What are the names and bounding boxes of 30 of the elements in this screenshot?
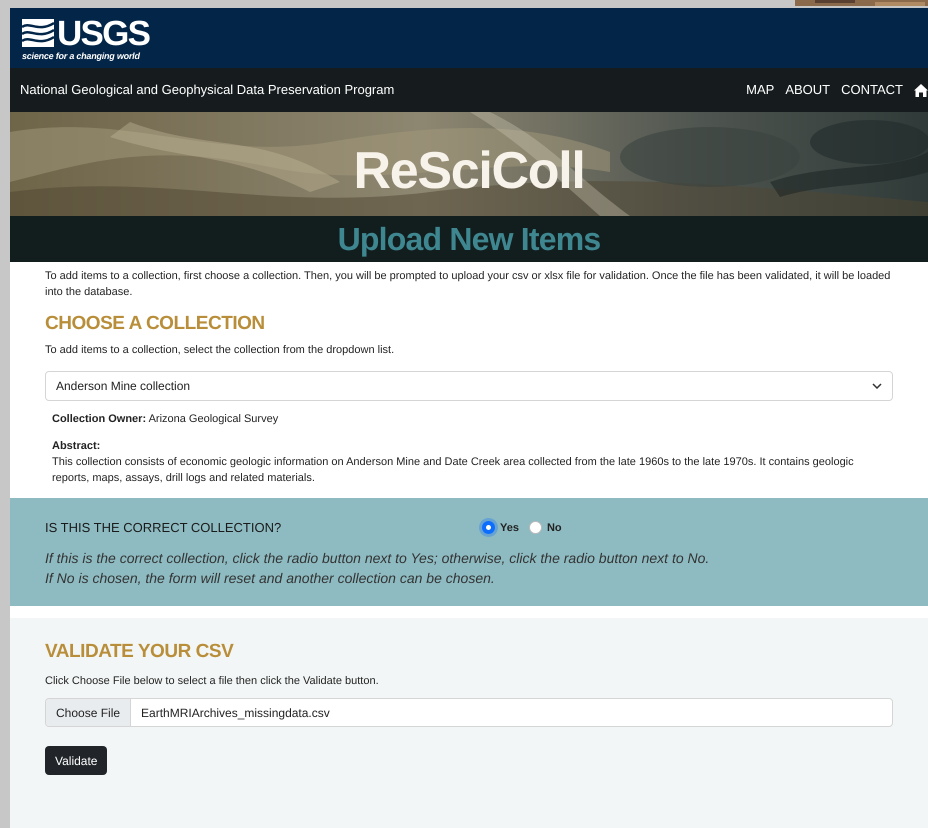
file-input[interactable]: Choose File EarthMRIArchives_missingdata.csv (45, 698, 893, 727)
logo[interactable]: USGS science for a changing world (22, 16, 150, 60)
app-title: ReSciColl (353, 141, 585, 202)
validate-button[interactable]: Validate (45, 746, 108, 775)
nav-link[interactable]: ABOUT (785, 80, 830, 100)
radio-option[interactable]: No (528, 520, 562, 536)
help-text: If No is chosen, the form will reset and another collection can be chosen. (45, 568, 496, 588)
confirm-question: IS THIS THE CORRECT COLLECTION? (45, 519, 282, 537)
chevron-icon (872, 383, 882, 389)
abstract-text: This collection consists of economic geologic information on Anderson Mine and Date Creek area collected from the late 1960s to the late 1970s. It contains geologic reports, maps, assays, drill logs and related materials. (52, 455, 855, 486)
owner-text: Collection Owner: Arizona Geological Survey (52, 412, 280, 427)
file-name: EarthMRIArchives_missingdata.csv (140, 704, 331, 722)
abstract-label: Abstract: (52, 438, 102, 454)
page-title: Upload New Items (338, 220, 600, 259)
program-title: National Geological and Geophysical Data Preservation Program (20, 81, 394, 100)
section-heading: VALIDATE YOUR CSV (45, 640, 234, 664)
logo-wordmark: USGS (57, 16, 150, 50)
logo-tagline: science for a changing world (22, 52, 142, 60)
waves-icon (22, 19, 54, 47)
nav-link[interactable]: CONTACT (841, 80, 903, 100)
section-heading: CHOOSE A COLLECTION (45, 312, 266, 336)
intro-text: To add items to a collection, first choose a collection. Then, you will be prompted to upload your csv or xlsx file for validation. Once the file has been validated, it will be loaded into the database. (45, 269, 892, 300)
instructions-text: Click Choose File below to select a file then click the Validate button. (45, 674, 380, 688)
instructions-text: To add items to a collection, select the collection from the dropdown list. (45, 342, 396, 358)
choose-file-button[interactable]: Choose File (46, 699, 132, 726)
collection-dropdown[interactable]: Anderson Mine collection (45, 371, 893, 401)
help-text: If this is the correct collection, click the radio button next to Yes; otherwise, click the radio button next to No. (45, 548, 710, 568)
home-icon[interactable] (914, 84, 928, 96)
nav-link[interactable]: MAP (746, 80, 774, 100)
radio-option[interactable]: Yes (482, 520, 519, 536)
